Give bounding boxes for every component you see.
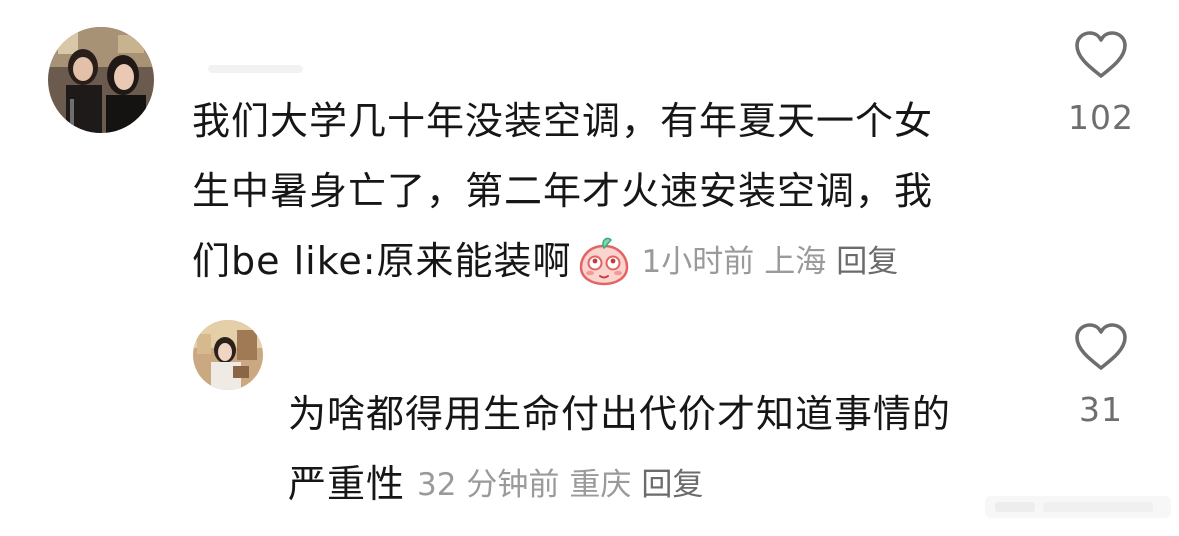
- like-count: 31: [1079, 390, 1123, 429]
- comment-last-line: 严重性 32 分钟前 重庆 回复: [288, 449, 1028, 519]
- reply-comment-body: 为啥都得用生命付出代价才知道事情的 严重性 32 分钟前 重庆 回复: [288, 379, 1028, 519]
- comment-time: 32 分钟前: [417, 467, 560, 503]
- reply-button[interactable]: 回复: [836, 244, 898, 280]
- comment-location: 重庆: [569, 467, 632, 503]
- heart-icon[interactable]: [1074, 30, 1128, 80]
- comment-meta: 32 分钟前 重庆 回复: [417, 467, 703, 503]
- like-button[interactable]: 31: [1046, 322, 1156, 429]
- comment-line: 为啥都得用生命付出代价才知道事情的: [288, 392, 952, 436]
- heart-icon[interactable]: [1074, 322, 1128, 372]
- like-count: 102: [1068, 98, 1134, 137]
- commenter-avatar[interactable]: [48, 27, 154, 133]
- comment-last-line: 们be like:原来能装啊 1小时前 上海 回复: [192, 226, 1012, 296]
- comment-line: 生中暑身亡了，第二年才火速安装空调，我: [192, 169, 934, 213]
- reply-commenter-avatar[interactable]: [193, 320, 263, 390]
- comment-body: 我们大学几十年没装空调，有年夏天一个女 生中暑身亡了，第二年才火速安装空调，我 …: [192, 86, 1012, 296]
- comment-time: 1小时前: [641, 244, 755, 280]
- comment-location: 上海: [764, 244, 827, 280]
- reply-button[interactable]: 回复: [641, 467, 703, 503]
- like-button[interactable]: 102: [1046, 30, 1156, 137]
- comment-line: 严重性: [288, 462, 406, 506]
- comment-line: 我们大学几十年没装空调，有年夏天一个女: [192, 99, 934, 143]
- comment-meta: 1小时前 上海 回复: [642, 244, 899, 280]
- peach-emoji-icon: [579, 237, 628, 286]
- comment-line: 们be like:原来能装啊: [192, 239, 572, 283]
- username-placeholder[interactable]: [208, 65, 303, 73]
- watermark-logo: [985, 496, 1171, 518]
